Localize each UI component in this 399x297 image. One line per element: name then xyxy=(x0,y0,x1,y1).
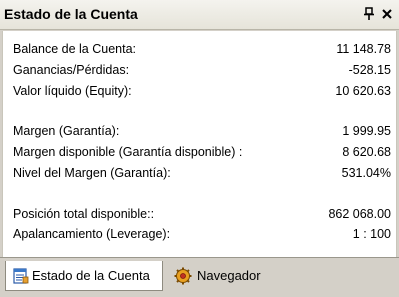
row-label: Apalancamiento (Leverage): xyxy=(13,227,171,241)
row-value: 1 999.95 xyxy=(342,124,391,138)
panel-title: Estado de la Cuenta xyxy=(4,6,138,22)
tab-label: Navegador xyxy=(197,268,261,283)
tab-strip: Estado de la Cuenta Navegador xyxy=(0,257,399,297)
row-value: 862 068.00 xyxy=(328,207,391,221)
row-value: -528.15 xyxy=(348,63,391,77)
row-value: 10 620.63 xyxy=(335,84,391,98)
leverage-row: Apalancamiento (Leverage): 1 : 100 xyxy=(13,225,391,243)
equity-row: Valor líquido (Equity): 10 620.63 xyxy=(13,82,391,100)
balance-row: Balance de la Cuenta: 11 148.78 xyxy=(13,40,391,58)
row-label: Margen (Garantía): xyxy=(13,124,120,138)
total-position-row: Posición total disponible:: 862 068.00 xyxy=(13,205,391,223)
title-bar: Estado de la Cuenta xyxy=(0,0,399,30)
row-label: Posición total disponible:: xyxy=(13,207,155,221)
close-icon[interactable] xyxy=(381,7,393,21)
row-value: 11 148.78 xyxy=(336,42,391,56)
tab-navigator[interactable]: Navegador xyxy=(168,261,274,291)
account-status-icon xyxy=(13,268,29,284)
free-margin-row: Margen disponible (Garantía disponible) … xyxy=(13,143,391,161)
row-value: 531.04% xyxy=(341,166,391,180)
account-summary-list: Balance de la Cuenta: 11 148.78 Ganancia… xyxy=(2,31,397,257)
margin-row: Margen (Garantía): 1 999.95 xyxy=(13,122,391,140)
account-status-panel: Estado de la Cuenta Balance de la Cuenta… xyxy=(0,0,399,297)
pin-icon[interactable] xyxy=(362,7,376,21)
row-label: Balance de la Cuenta: xyxy=(13,42,137,56)
row-label: Ganancias/Pérdidas: xyxy=(13,63,130,77)
profit-loss-row: Ganancias/Pérdidas: -528.15 xyxy=(13,61,391,79)
navigator-gear-icon xyxy=(174,267,192,285)
tab-account-status[interactable]: Estado de la Cuenta xyxy=(5,261,163,291)
row-label: Nivel del Margen (Garantía): xyxy=(13,166,171,180)
tab-label: Estado de la Cuenta xyxy=(32,268,150,283)
row-label: Valor líquido (Equity): xyxy=(13,84,132,98)
row-value: 1 : 100 xyxy=(352,227,391,241)
row-label: Margen disponible (Garantía disponible) … xyxy=(13,145,243,159)
row-value: 8 620.68 xyxy=(342,145,391,159)
margin-level-row: Nivel del Margen (Garantía): 531.04% xyxy=(13,164,391,182)
